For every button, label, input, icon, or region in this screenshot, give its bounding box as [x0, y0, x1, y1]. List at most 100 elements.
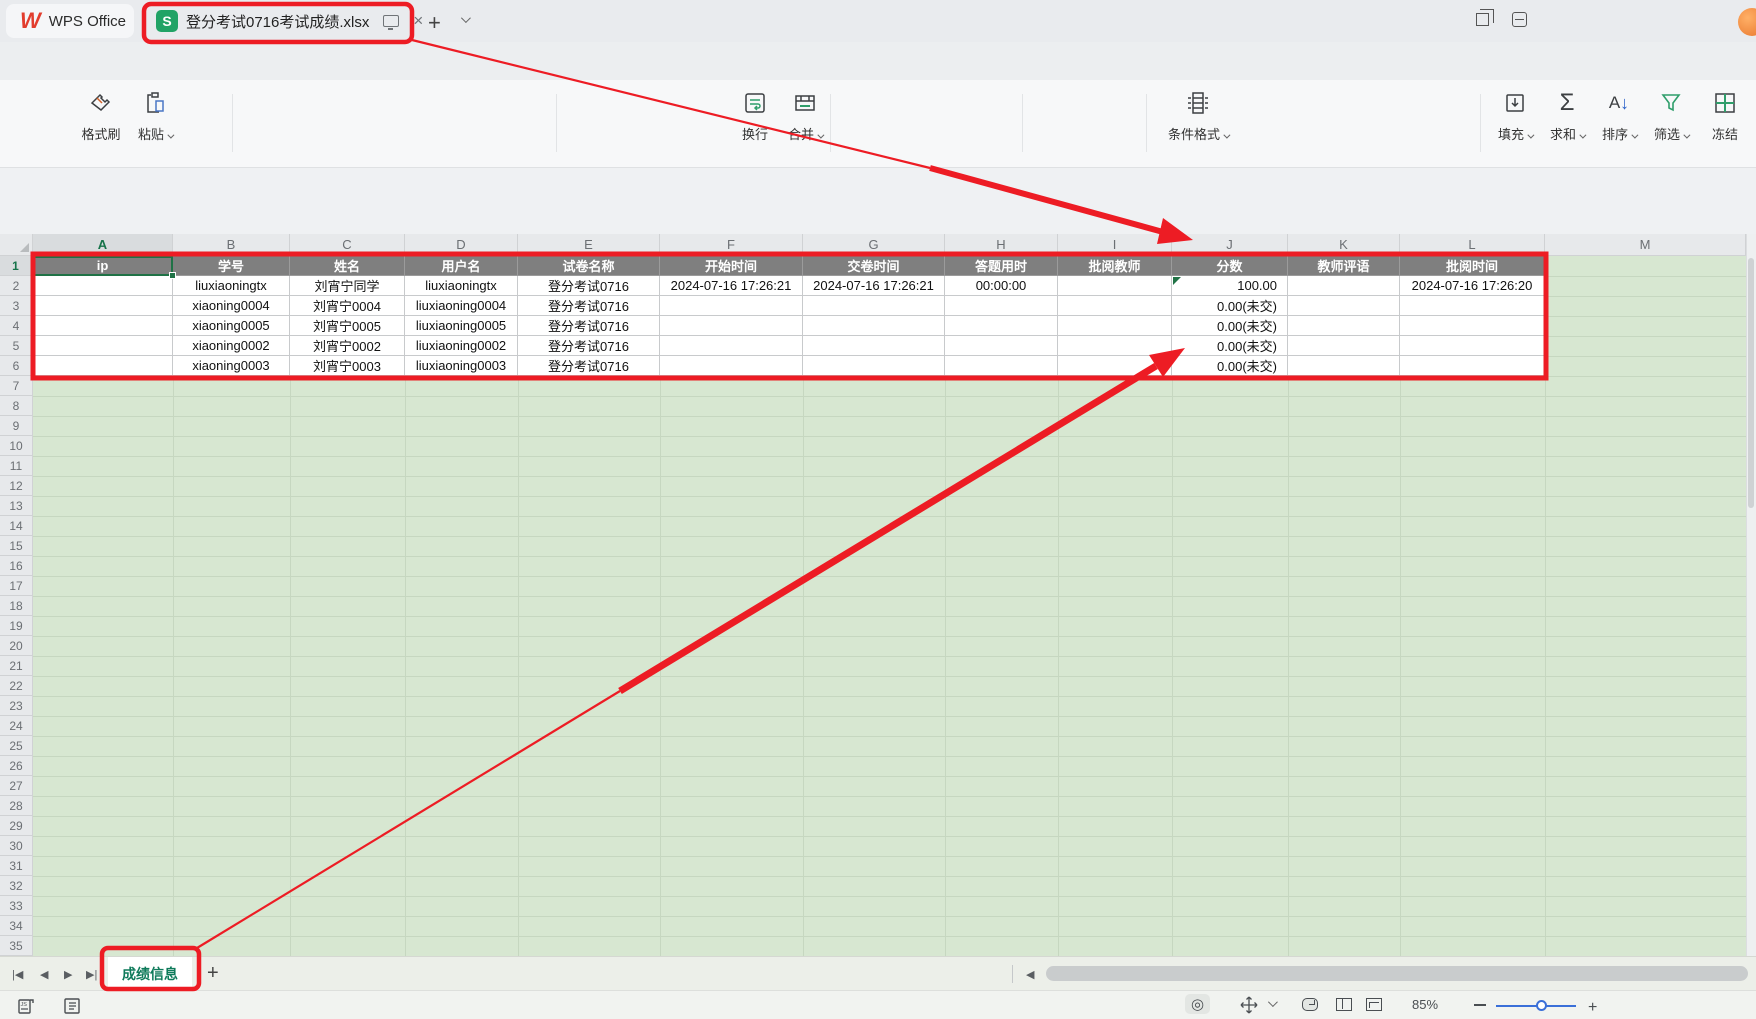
row-header-29[interactable]: 29 — [0, 816, 33, 836]
row-header-22[interactable]: 22 — [0, 676, 33, 696]
cell-H5[interactable] — [945, 336, 1058, 356]
cell-G5[interactable] — [803, 336, 945, 356]
header-cell-J1[interactable]: 分数 — [1172, 256, 1288, 276]
vertical-scrollbar-thumb[interactable] — [1748, 258, 1754, 508]
new-tab-button[interactable]: + — [428, 10, 441, 36]
row-header-34[interactable]: 34 — [0, 916, 33, 936]
paste-button[interactable]: 粘贴 — [126, 88, 184, 143]
row-header-13[interactable]: 13 — [0, 496, 33, 516]
row-header-27[interactable]: 27 — [0, 776, 33, 796]
cell-J6[interactable]: 0.00(未交) — [1172, 356, 1288, 376]
cell-L5[interactable] — [1400, 336, 1545, 356]
header-cell-H1[interactable]: 答题用时 — [945, 256, 1058, 276]
select-all-corner[interactable] — [0, 234, 33, 256]
row-header-23[interactable]: 23 — [0, 696, 33, 716]
row-header-26[interactable]: 26 — [0, 756, 33, 776]
conditional-format-button[interactable]: 条件格式 — [1162, 88, 1234, 143]
cell-A2[interactable] — [33, 276, 173, 296]
cell-K2[interactable] — [1288, 276, 1400, 296]
cell-A3[interactable] — [33, 296, 173, 316]
cell-G2[interactable]: 2024-07-16 17:26:21 — [803, 276, 945, 296]
wps-office-logo[interactable]: W WPS Office — [6, 4, 134, 38]
cell-E5[interactable]: 登分考试0716 — [518, 336, 660, 356]
cell-F4[interactable] — [660, 316, 803, 336]
column-header-L[interactable]: L — [1400, 234, 1545, 256]
add-sheet-button[interactable]: + — [207, 962, 219, 985]
row-header-33[interactable]: 33 — [0, 896, 33, 916]
cell-D3[interactable]: liuxiaoning0004 — [405, 296, 518, 316]
pan-mode-icon[interactable] — [1240, 996, 1258, 1014]
row-header-12[interactable]: 12 — [0, 476, 33, 496]
filter-button[interactable]: 筛选 — [1646, 88, 1696, 143]
next-sheet-icon[interactable]: ▶ — [64, 968, 72, 981]
cell-L2[interactable]: 2024-07-16 17:26:20 — [1400, 276, 1545, 296]
scroll-left-icon[interactable]: ◀ — [1026, 968, 1034, 981]
cell-L3[interactable] — [1400, 296, 1545, 316]
cell-G4[interactable] — [803, 316, 945, 336]
cell-L4[interactable] — [1400, 316, 1545, 336]
workspace-icon[interactable] — [1512, 12, 1527, 27]
enter-screen-icon[interactable] — [383, 15, 399, 27]
cell-G3[interactable] — [803, 296, 945, 316]
column-header-D[interactable]: D — [405, 234, 518, 256]
cell-F6[interactable] — [660, 356, 803, 376]
macro-icon[interactable]: JS — [16, 996, 36, 1016]
cell-B4[interactable]: xiaoning0005 — [173, 316, 290, 336]
header-cell-F1[interactable]: 开始时间 — [660, 256, 803, 276]
row-header-31[interactable]: 31 — [0, 856, 33, 876]
cell-D5[interactable]: liuxiaoning0002 — [405, 336, 518, 356]
row-header-20[interactable]: 20 — [0, 636, 33, 656]
zoom-out-button[interactable] — [1474, 1004, 1486, 1006]
column-header-J[interactable]: J — [1172, 234, 1288, 256]
row-header-7[interactable]: 7 — [0, 376, 33, 396]
row-header-2[interactable]: 2 — [0, 276, 33, 296]
header-cell-I1[interactable]: 批阅教师 — [1058, 256, 1172, 276]
row-header-15[interactable]: 15 — [0, 536, 33, 556]
row-header-19[interactable]: 19 — [0, 616, 33, 636]
row-header-14[interactable]: 14 — [0, 516, 33, 536]
row-header-16[interactable]: 16 — [0, 556, 33, 576]
cell-E4[interactable]: 登分考试0716 — [518, 316, 660, 336]
cell-B6[interactable]: xiaoning0003 — [173, 356, 290, 376]
cell-F5[interactable] — [660, 336, 803, 356]
column-header-G[interactable]: G — [803, 234, 945, 256]
cell-K4[interactable] — [1288, 316, 1400, 336]
header-cell-B1[interactable]: 学号 — [173, 256, 290, 276]
column-header-H[interactable]: H — [945, 234, 1058, 256]
user-avatar[interactable] — [1738, 8, 1756, 36]
row-header-25[interactable]: 25 — [0, 736, 33, 756]
zoom-slider-thumb[interactable] — [1536, 1000, 1547, 1011]
cell-H4[interactable] — [945, 316, 1058, 336]
row-header-4[interactable]: 4 — [0, 316, 33, 336]
fill-button[interactable]: 填充 — [1490, 88, 1540, 143]
cell-I4[interactable] — [1058, 316, 1172, 336]
column-header-B[interactable]: B — [173, 234, 290, 256]
cell-B5[interactable]: xiaoning0002 — [173, 336, 290, 356]
cell-F3[interactable] — [660, 296, 803, 316]
cell-E6[interactable]: 登分考试0716 — [518, 356, 660, 376]
cell-H6[interactable] — [945, 356, 1058, 376]
reading-mode-eye-icon[interactable]: ◎ — [1185, 994, 1210, 1014]
row-header-30[interactable]: 30 — [0, 836, 33, 856]
normal-view-icon[interactable] — [1302, 998, 1318, 1011]
horizontal-scrollbar[interactable] — [1046, 966, 1748, 981]
cell-H2[interactable]: 00:00:00 — [945, 276, 1058, 296]
sum-button[interactable]: Σ 求和 — [1542, 88, 1592, 143]
column-header-A[interactable]: A — [33, 234, 173, 256]
page-break-view-icon[interactable] — [1366, 998, 1382, 1011]
row-header-17[interactable]: 17 — [0, 576, 33, 596]
sheet-tab-active[interactable]: 成绩信息 — [108, 957, 192, 990]
column-header-F[interactable]: F — [660, 234, 803, 256]
row-header-3[interactable]: 3 — [0, 296, 33, 316]
cell-C6[interactable]: 刘宵宁0003 — [290, 356, 405, 376]
column-header-I[interactable]: I — [1058, 234, 1172, 256]
header-cell-L1[interactable]: 批阅时间 — [1400, 256, 1545, 276]
row-header-35[interactable]: 35 — [0, 936, 33, 956]
column-header-C[interactable]: C — [290, 234, 405, 256]
cell-D4[interactable]: liuxiaoning0005 — [405, 316, 518, 336]
row-header-28[interactable]: 28 — [0, 796, 33, 816]
cell-L6[interactable] — [1400, 356, 1545, 376]
row-header-10[interactable]: 10 — [0, 436, 33, 456]
header-cell-A1[interactable]: ip — [33, 256, 173, 276]
cell-D2[interactable]: liuxiaoningtx — [405, 276, 518, 296]
